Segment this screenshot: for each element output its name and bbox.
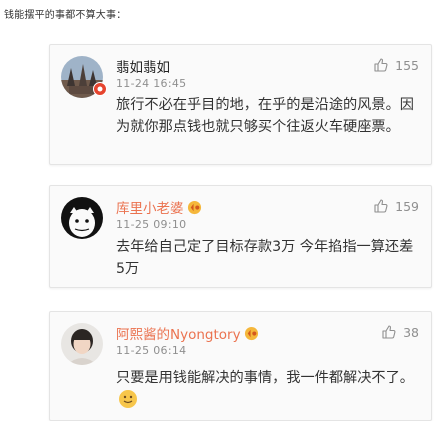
vip-badge-icon [244, 326, 258, 341]
comment-time: 11-25 09:10 [116, 218, 187, 231]
vip-badge-icon [93, 82, 107, 96]
thumbs-up-icon [374, 199, 388, 213]
like-button[interactable]: 155 [373, 57, 419, 73]
thumbs-up-icon [382, 325, 396, 339]
like-count: 38 [403, 324, 419, 340]
username-text: 阿熙酱的Nyongtory [116, 327, 241, 343]
comment-card: 阿熙酱的Nyongtory 11-25 06:14 38 只要是用钱能解决的事情… [49, 311, 432, 421]
comment-text: 去年给自己定了目标存款3万 今年掐指一算还差5万 [116, 239, 414, 277]
username[interactable]: 库里小老婆 [116, 197, 202, 217]
comment-card: 翡如翡如 11-24 16:45 155 旅行不必在乎目的地，在乎的是沿途的风景… [49, 44, 432, 165]
thumbs-up-icon [374, 58, 388, 72]
avatar[interactable] [61, 323, 103, 365]
comment-time: 11-25 06:14 [116, 344, 187, 357]
comment-text-body: 只要是用钱能解决的事情，我一件都解决不了。 [116, 370, 414, 386]
comment-text: 旅行不必在乎目的地，在乎的是沿途的风景。因为就你那点钱也就只够买个往返火车硬座票… [116, 97, 414, 135]
username[interactable]: 阿熙酱的Nyongtory [116, 323, 259, 343]
vip-badge-icon [187, 200, 201, 215]
like-button[interactable]: 159 [373, 198, 419, 214]
avatar[interactable] [61, 197, 103, 239]
like-count: 155 [395, 57, 419, 73]
comment-text: 只要是用钱能解决的事情，我一件都解决不了。 [116, 367, 416, 412]
smile-emoji-icon [119, 390, 137, 408]
like-count: 159 [395, 198, 419, 214]
comment-time: 11-24 16:45 [116, 77, 187, 90]
header-caption: 钱能摆平的事都不算大事： [4, 10, 127, 21]
comment-card: 库里小老婆 11-25 09:10 159 去年给自己定了目标存款3万 今年掐指… [49, 185, 432, 288]
username-text: 库里小老婆 [116, 201, 184, 217]
like-button[interactable]: 38 [381, 324, 419, 340]
username[interactable]: 翡如翡如 [116, 56, 170, 76]
